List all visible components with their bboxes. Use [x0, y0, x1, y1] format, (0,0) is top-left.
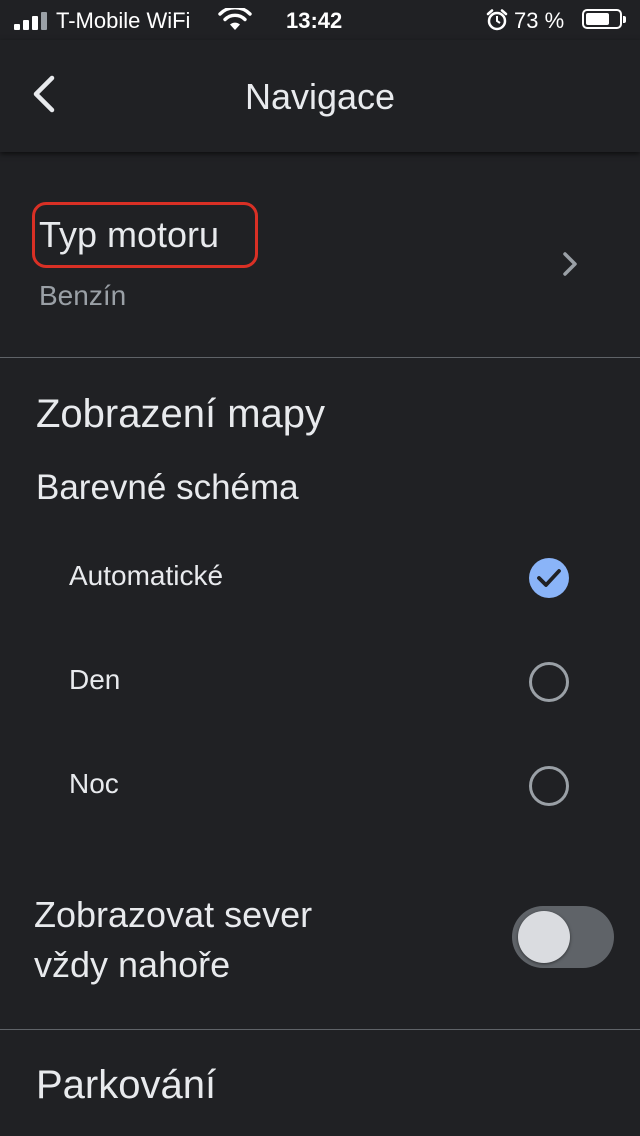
north-up-label-line1: Zobrazovat sever — [34, 894, 313, 935]
engine-type-row[interactable]: Typ motoru Benzín — [0, 152, 640, 357]
color-scheme-option-day[interactable]: Den — [0, 630, 640, 734]
battery-icon — [582, 9, 626, 29]
wifi-icon — [218, 6, 252, 38]
option-label: Automatické — [69, 560, 224, 591]
color-scheme-heading: Barevné schéma — [36, 468, 299, 507]
battery-percentage: 73 % — [514, 8, 565, 33]
chevron-right-icon — [558, 248, 582, 285]
engine-type-label: Typ motoru — [39, 214, 220, 255]
north-up-toggle[interactable] — [512, 906, 614, 968]
alarm-clock-icon — [486, 9, 508, 37]
north-up-label-line2: vždy nahoře — [34, 944, 231, 985]
engine-type-value: Benzín — [39, 280, 127, 311]
map-display-heading: Zobrazení mapy — [36, 392, 326, 436]
radio-checked-icon[interactable] — [529, 558, 569, 598]
divider — [0, 357, 640, 358]
option-label: Den — [69, 664, 121, 695]
radio-unchecked-icon[interactable] — [529, 766, 569, 806]
color-scheme-option-automatic[interactable]: Automatické — [0, 526, 640, 630]
status-bar: T-Mobile WiFi 13:42 73 % — [0, 0, 640, 40]
radio-unchecked-icon[interactable] — [529, 662, 569, 702]
page-title: Navigace — [244, 76, 396, 117]
north-up-label: Zobrazovat sever vždy nahoře — [34, 890, 454, 990]
app-header: Navigace — [0, 40, 640, 152]
color-scheme-option-night[interactable]: Noc — [0, 734, 640, 838]
parking-heading: Parkování — [36, 1063, 217, 1107]
carrier-name: T-Mobile WiFi — [56, 8, 191, 33]
cellular-signal-icon — [14, 10, 48, 30]
clock: 13:42 — [286, 8, 343, 33]
divider — [0, 1029, 640, 1030]
toggle-knob — [518, 911, 570, 963]
option-label: Noc — [69, 768, 119, 799]
